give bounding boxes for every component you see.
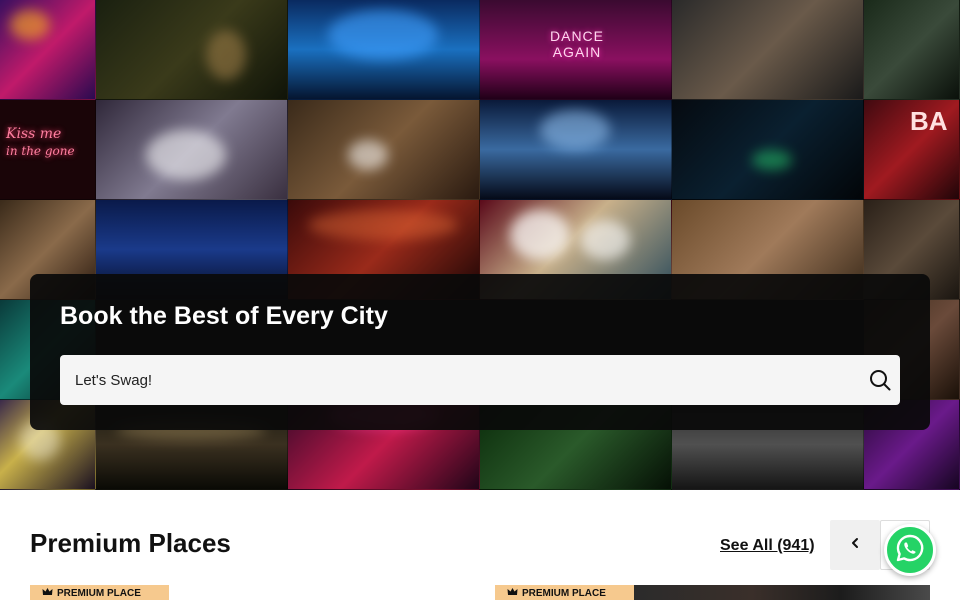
hero-title: Book the Best of Every City [60,302,388,330]
search-box [60,355,900,405]
mosaic-tile [672,100,864,200]
place-photo [634,585,930,600]
mosaic-tile [96,100,288,200]
whatsapp-button[interactable] [884,524,936,576]
crown-icon [42,587,53,600]
neon-sign-kiss: Kiss me [6,126,62,142]
hero-section: DANCE AGAIN Kiss me in the gone BA Book … [0,0,960,490]
mosaic-tile [288,0,480,100]
mosaic-tile [672,0,864,100]
mosaic-tile: BA [864,100,960,200]
neon-sign-gone: in the gone [6,144,75,158]
premium-badge: PREMIUM PLACE [30,585,169,600]
search-input[interactable] [60,355,860,405]
premium-place-card[interactable]: PREMIUM PLACE [30,585,465,600]
chevron-left-icon [849,536,861,554]
premium-badge: PREMIUM PLACE [495,585,634,600]
neon-dance-line-2: AGAIN [552,44,602,60]
neon-dance-line-1: DANCE [550,28,605,44]
premium-badge-label: PREMIUM PLACE [57,588,141,599]
neon-sign-bar: BA [910,106,948,136]
mosaic-tile [480,100,672,200]
hero-search-card: Book the Best of Every City [30,274,930,430]
mosaic-tile: Kiss me in the gone [0,100,96,200]
premium-badge-label: PREMIUM PLACE [522,588,606,599]
mosaic-tile [0,0,96,100]
premium-place-card[interactable]: PREMIUM PLACE [495,585,930,600]
mosaic-tile [864,0,960,100]
see-all-link[interactable]: See All (941) [720,537,815,555]
whatsapp-icon [895,533,925,568]
mosaic-tile [96,0,288,100]
mosaic-tile: DANCE AGAIN [480,0,672,100]
crown-icon [507,587,518,600]
carousel-prev-button[interactable] [830,520,880,570]
search-icon[interactable] [868,368,892,392]
mosaic-tile [288,100,480,200]
premium-places-title: Premium Places [30,528,231,558]
